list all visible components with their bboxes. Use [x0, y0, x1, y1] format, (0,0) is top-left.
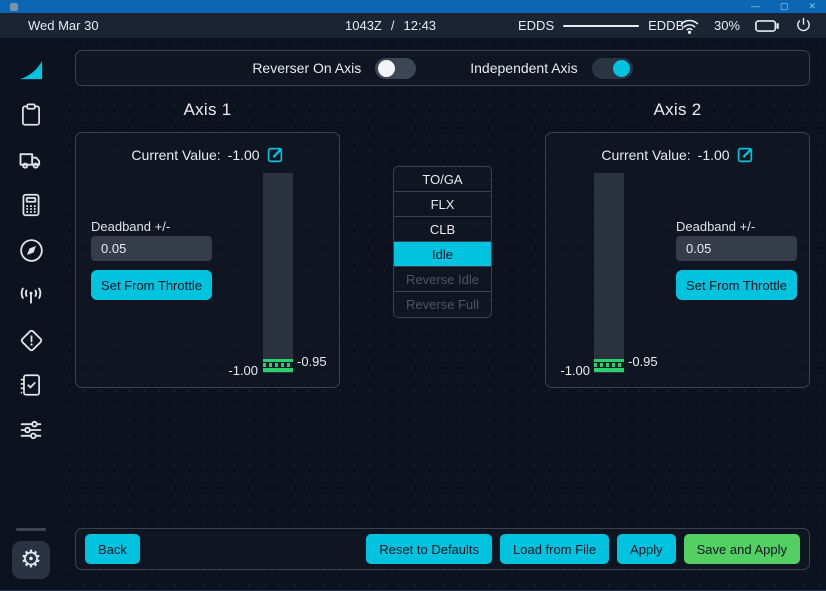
axis2-current-value-label: Current Value:: [601, 147, 690, 163]
failures-diamond-icon[interactable]: [16, 325, 46, 355]
battery-percent: 30%: [714, 16, 740, 35]
settings-gear-button[interactable]: ⚙: [12, 541, 50, 579]
clipboard-icon[interactable]: [16, 100, 46, 130]
detent-idle[interactable]: Idle: [394, 242, 491, 267]
status-date: Wed Mar 30: [28, 18, 99, 33]
sliders-icon[interactable]: [16, 415, 46, 445]
atc-antenna-icon[interactable]: [16, 280, 46, 310]
axis2-bar-low-value: -1.00: [548, 363, 590, 378]
app-icon: [10, 3, 18, 11]
checklist-icon[interactable]: [16, 370, 46, 400]
ground-services-icon[interactable]: [16, 145, 46, 175]
sidebar-divider: [16, 528, 46, 531]
axis1-deadband-label: Deadband +/-: [91, 219, 170, 234]
back-button[interactable]: Back: [85, 534, 140, 564]
sidebar: ⚙: [0, 38, 62, 591]
apply-button[interactable]: Apply: [617, 534, 676, 564]
axis1-bar-high-value: -0.95: [297, 354, 327, 369]
reverser-on-axis-label: Reverser On Axis: [252, 60, 361, 76]
detent-reverse-idle: Reverse Idle: [394, 267, 491, 292]
axis1-title: Axis 1: [75, 100, 340, 120]
axis1-edit-icon[interactable]: [267, 146, 284, 163]
axis2-position-bar: [594, 173, 624, 373]
axis1-current-value-label: Current Value:: [131, 147, 220, 163]
axis2-current-value: -1.00: [698, 147, 730, 163]
efb-window: — ▢ ✕ Wed Mar 30 1043Z / 12:43 EDDS EDDB…: [0, 0, 826, 591]
reverser-on-axis-toggle[interactable]: [375, 58, 416, 79]
axis2-panel: Current Value: -1.00 -1.00 -0.95 Deadban…: [545, 132, 810, 388]
axis1-set-from-throttle-button[interactable]: Set From Throttle: [91, 270, 212, 300]
axis1-position-bar: [263, 173, 293, 373]
axis1-current-value: -1.00: [228, 147, 260, 163]
flight-route: EDDS EDDB: [518, 18, 684, 33]
wifi-icon: [680, 18, 699, 34]
independent-axis-label: Independent Axis: [470, 60, 577, 76]
throttle-config-page: Reverser On Axis Independent Axis Axis 1…: [62, 38, 826, 591]
axis2-edit-icon[interactable]: [737, 146, 754, 163]
axis-options-panel: Reverser On Axis Independent Axis: [75, 50, 810, 86]
destination-airport: EDDB: [648, 18, 684, 33]
status-clock[interactable]: 1043Z / 12:43: [345, 18, 436, 33]
power-icon[interactable]: [795, 17, 812, 34]
independent-axis-toggle[interactable]: [592, 58, 633, 79]
zulu-time: 1043Z: [345, 18, 382, 33]
os-titlebar: — ▢ ✕: [0, 0, 826, 13]
fbw-logo-icon[interactable]: [16, 55, 46, 85]
axis2-title: Axis 2: [545, 100, 810, 120]
time-separator: /: [391, 18, 395, 33]
compass-icon[interactable]: [16, 235, 46, 265]
detent-toga[interactable]: TO/GA: [394, 167, 491, 192]
axis2-deadband-label: Deadband +/-: [676, 219, 755, 234]
local-time: 12:43: [404, 18, 437, 33]
footer-actions: Back Reset to Defaults Load from File Ap…: [75, 528, 810, 570]
axis1-bar-low-value: -1.00: [216, 363, 258, 378]
detent-reverse-full: Reverse Full: [394, 292, 491, 317]
reset-to-defaults-button[interactable]: Reset to Defaults: [366, 534, 492, 564]
gear-icon: ⚙: [20, 548, 42, 572]
axis2-bar-high-value: -0.95: [628, 354, 658, 369]
detent-list: TO/GA FLX CLB Idle Reverse Idle Reverse …: [393, 166, 492, 318]
axis2-set-from-throttle-button[interactable]: Set From Throttle: [676, 270, 797, 300]
status-bar: Wed Mar 30 1043Z / 12:43 EDDS EDDB 30%: [0, 13, 826, 38]
axis1-panel: Current Value: -1.00 -1.00 -0.95 Deadban…: [75, 132, 340, 388]
detent-clb[interactable]: CLB: [394, 217, 491, 242]
load-from-file-button[interactable]: Load from File: [500, 534, 609, 564]
route-line: [563, 25, 639, 27]
battery-icon: [755, 19, 780, 33]
axis2-deadband-input[interactable]: [676, 236, 797, 261]
save-and-apply-button[interactable]: Save and Apply: [684, 534, 800, 564]
axis1-deadband-input[interactable]: [91, 236, 212, 261]
close-button[interactable]: ✕: [808, 2, 816, 11]
calculator-icon[interactable]: [16, 190, 46, 220]
axis2-deadband-marker: [594, 359, 624, 373]
minimize-button[interactable]: —: [751, 2, 760, 11]
detent-flx[interactable]: FLX: [394, 192, 491, 217]
maximize-button[interactable]: ▢: [780, 2, 789, 11]
axis1-deadband-marker: [263, 359, 293, 373]
origin-airport: EDDS: [518, 18, 554, 33]
